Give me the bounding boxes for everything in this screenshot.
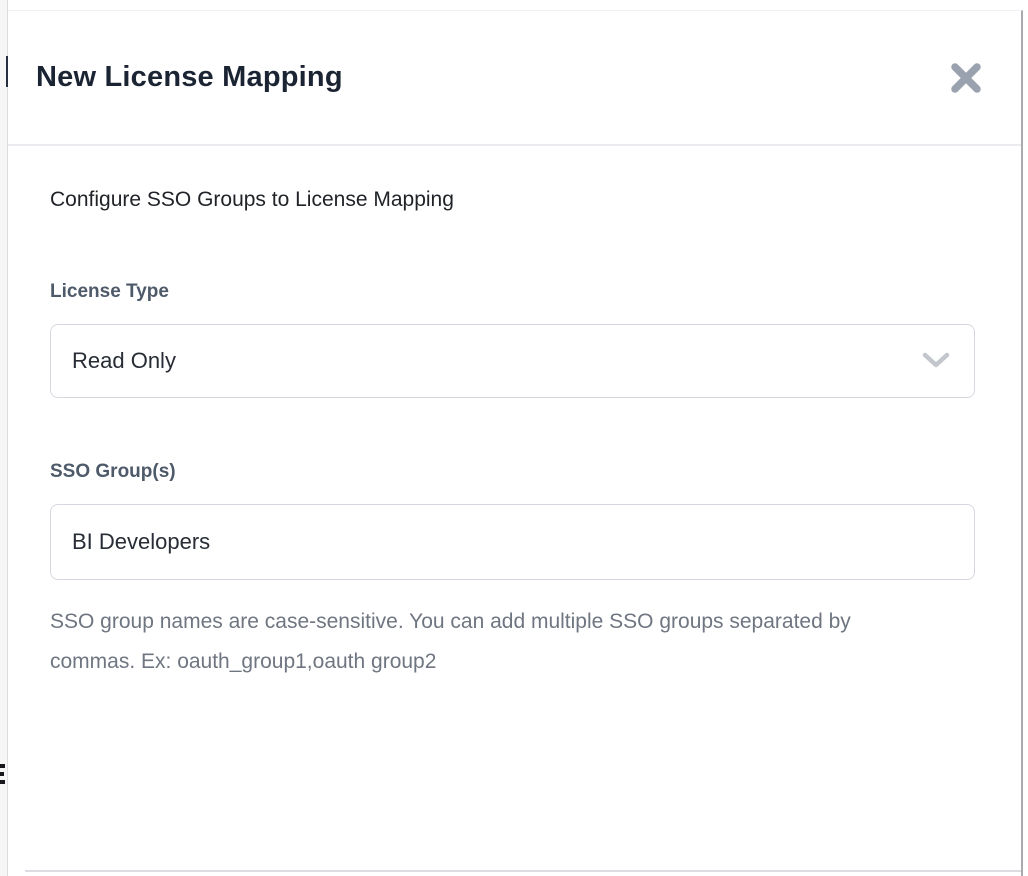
license-type-label: License Type bbox=[50, 280, 975, 304]
dialog-subtitle: Configure SSO Groups to License Mapping bbox=[50, 186, 975, 214]
background-list-dash bbox=[0, 764, 5, 768]
background-list-dash bbox=[0, 772, 4, 776]
dialog-header: New License Mapping bbox=[8, 11, 1021, 146]
background-page-strip bbox=[0, 0, 8, 876]
background-list-dash bbox=[0, 780, 5, 784]
chevron-down-icon bbox=[922, 352, 950, 370]
dialog-body: Configure SSO Groups to License Mapping … bbox=[8, 146, 1021, 682]
sso-groups-input[interactable] bbox=[50, 504, 975, 580]
new-license-mapping-dialog: New License Mapping Configure SSO Groups… bbox=[8, 10, 1023, 876]
license-type-selected-value: Read Only bbox=[72, 348, 176, 374]
license-type-select[interactable]: Read Only bbox=[50, 324, 975, 398]
dialog-title: New License Mapping bbox=[36, 61, 343, 94]
sso-groups-label: SSO Group(s) bbox=[50, 460, 975, 484]
close-button[interactable] bbox=[949, 61, 983, 95]
footer-divider bbox=[25, 870, 1021, 872]
close-icon bbox=[951, 63, 981, 93]
sso-groups-help-text: SSO group names are case-sensitive. You … bbox=[50, 602, 900, 682]
